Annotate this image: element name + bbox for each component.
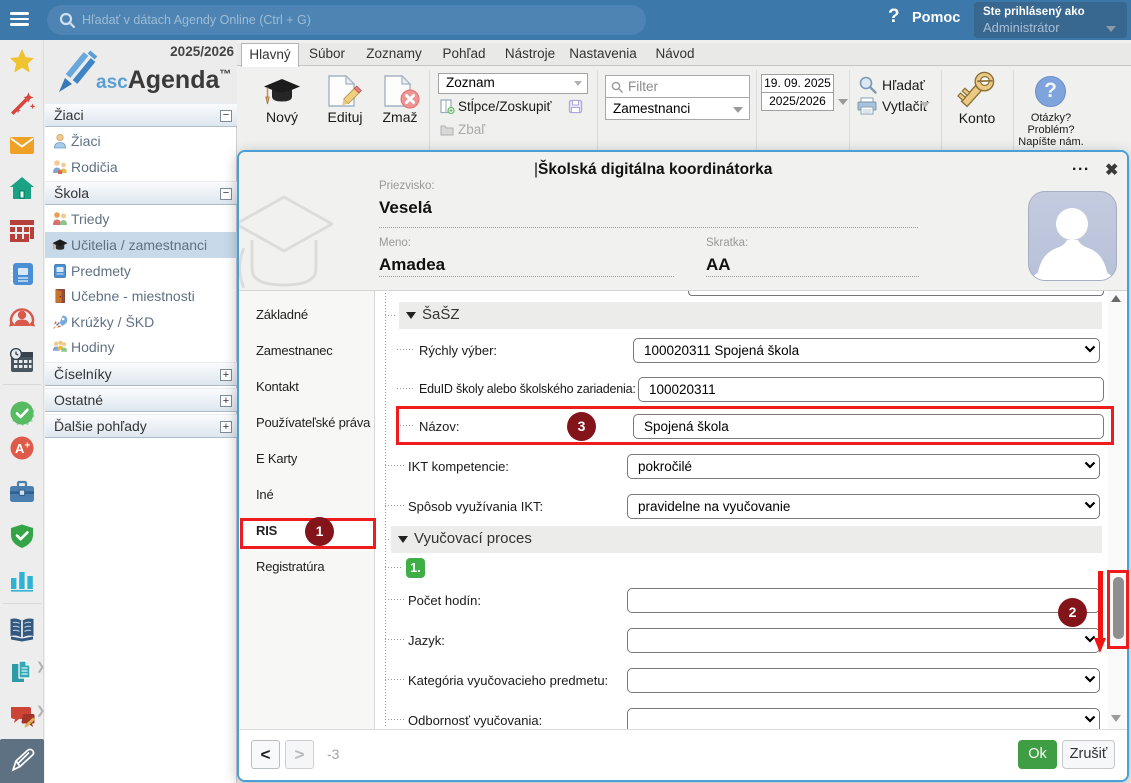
svg-text:+: + — [25, 441, 31, 452]
svg-text:A: A — [15, 441, 25, 456]
